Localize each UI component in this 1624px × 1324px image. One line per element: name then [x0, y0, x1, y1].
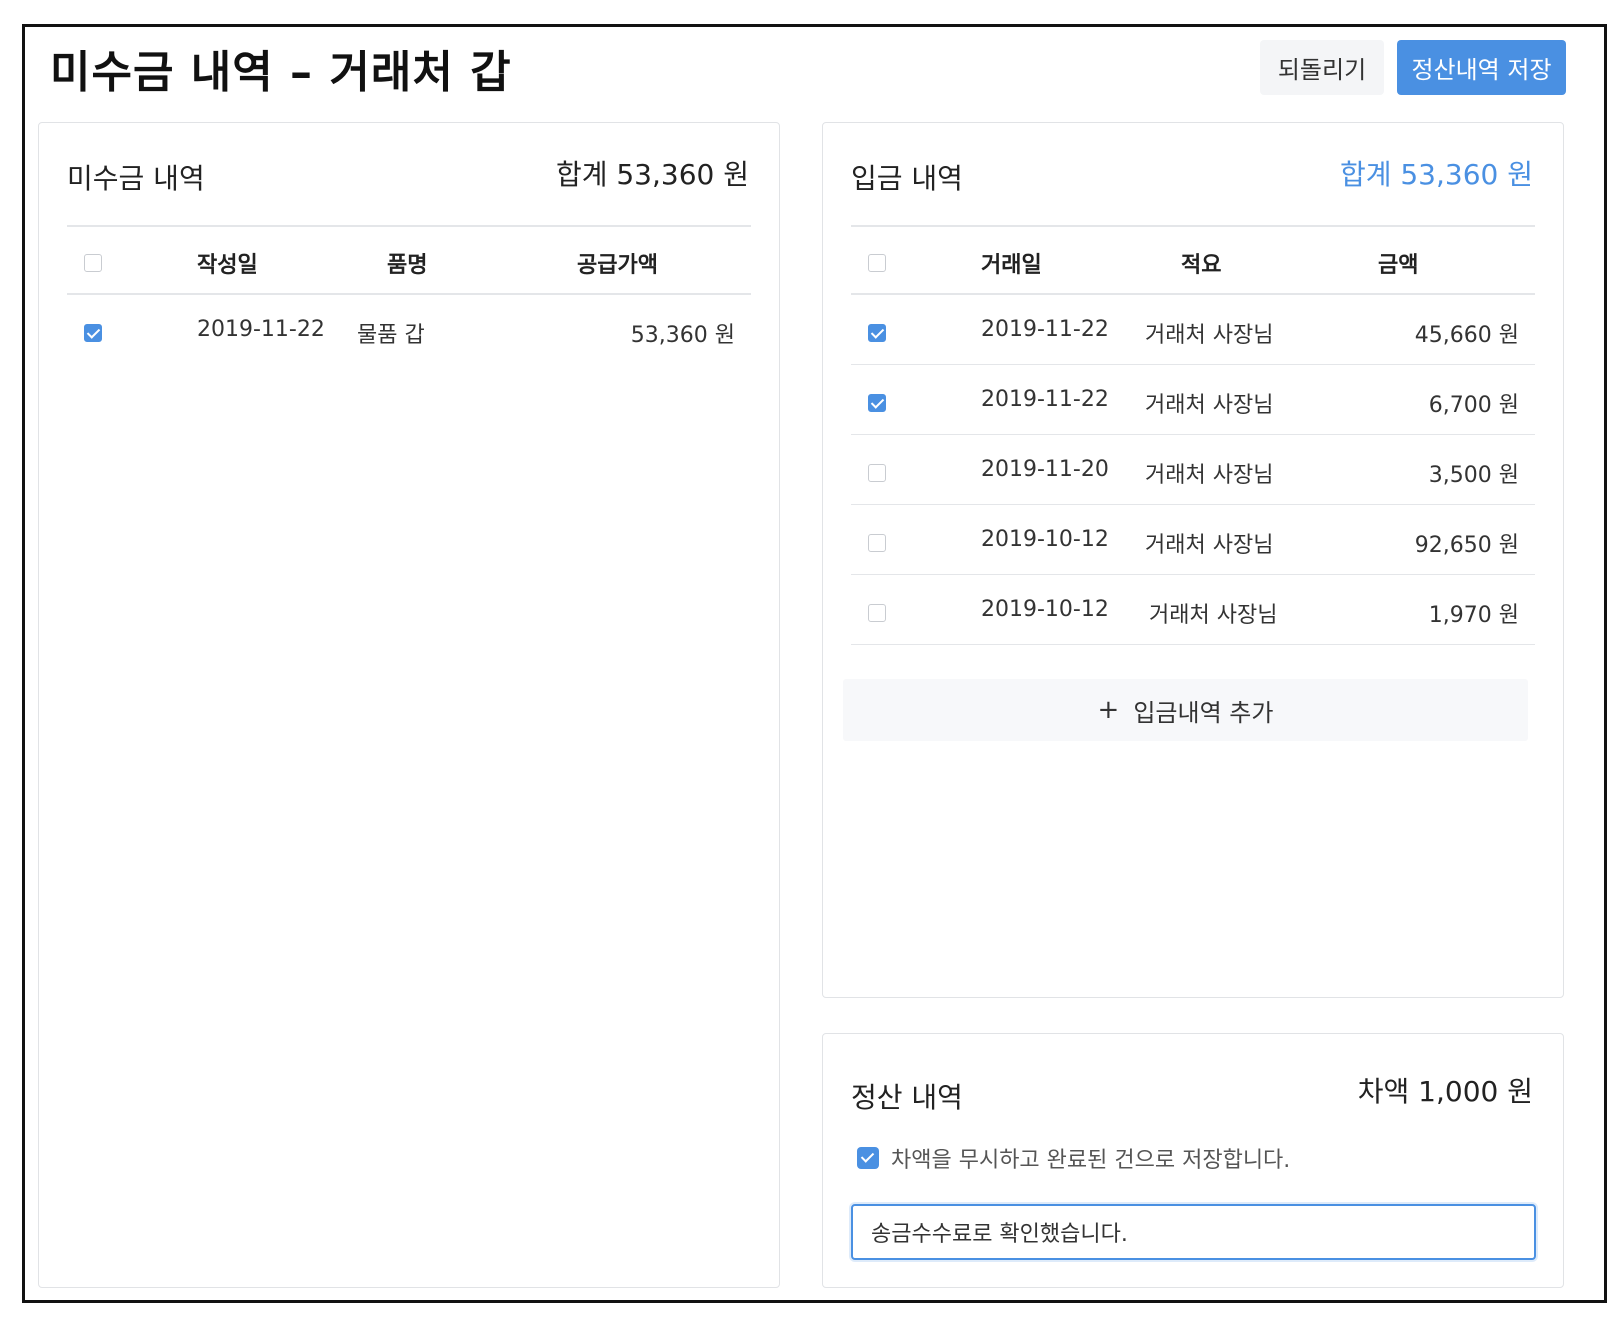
- ignore-difference-checkbox[interactable]: [857, 1147, 879, 1169]
- table-row[interactable]: 2019-10-12 거래처 사장님 1,970 원: [851, 575, 1535, 645]
- settlement-memo-input[interactable]: [851, 1204, 1536, 1260]
- row-item: 물품 갑: [357, 323, 425, 348]
- col-header-item: 품명: [387, 253, 428, 278]
- revert-button[interactable]: 되돌리기: [1260, 40, 1384, 95]
- row-checkbox[interactable]: [868, 604, 886, 622]
- plus-icon: +: [1097, 695, 1120, 725]
- deposits-total: 합계 53,360 원: [1339, 158, 1533, 191]
- row-date: 2019-11-22: [197, 317, 325, 342]
- row-amount: 45,660 원: [1414, 323, 1519, 348]
- row-checkbox[interactable]: [84, 324, 102, 342]
- select-all-checkbox[interactable]: [84, 254, 102, 272]
- select-all-checkbox[interactable]: [868, 254, 886, 272]
- table-row[interactable]: 2019-11-20 거래처 사장님 3,500 원: [851, 435, 1535, 505]
- page-title: 미수금 내역 – 거래처 갑: [50, 47, 512, 98]
- deposits-table: 거래일 적요 금액 2019-11-22 거래처 사장님 45,660 원 20…: [851, 225, 1535, 645]
- receivables-title: 미수금 내역: [67, 162, 205, 195]
- ignore-difference-label: 차액을 무시하고 완료된 건으로 저장합니다.: [891, 1148, 1291, 1173]
- receivables-total: 합계 53,360 원: [555, 158, 749, 191]
- row-memo: 거래처 사장님: [1145, 533, 1274, 558]
- deposits-title: 입금 내역: [851, 162, 963, 195]
- row-date: 2019-11-22: [981, 387, 1109, 412]
- row-memo: 거래처 사장님: [1145, 323, 1274, 348]
- col-header-amount: 금액: [1378, 253, 1419, 278]
- settlement-title: 정산 내역: [851, 1081, 963, 1114]
- receivables-table: 작성일 품명 공급가액 2019-11-22 물품 갑 53,360 원: [67, 225, 751, 365]
- table-row[interactable]: 2019-10-12 거래처 사장님 92,650 원: [851, 505, 1535, 575]
- table-header: 작성일 품명 공급가액: [67, 225, 751, 295]
- deposits-panel: 입금 내역 합계 53,360 원 거래일 적요 금액 2019-11-22 거…: [822, 122, 1564, 998]
- ignore-difference-option[interactable]: 차액을 무시하고 완료된 건으로 저장합니다.: [857, 1142, 1290, 1174]
- row-date: 2019-11-22: [981, 317, 1109, 342]
- row-amount: 1,970 원: [1428, 603, 1519, 628]
- col-header-amount: 공급가액: [577, 253, 658, 278]
- table-header: 거래일 적요 금액: [851, 225, 1535, 295]
- row-memo: 거래처 사장님: [1145, 393, 1274, 418]
- settlement-panel: 정산 내역 차액 1,000 원 차액을 무시하고 완료된 건으로 저장합니다.: [822, 1033, 1564, 1288]
- row-date: 2019-11-20: [981, 457, 1109, 482]
- row-date: 2019-10-12: [981, 527, 1109, 552]
- table-row[interactable]: 2019-11-22 거래처 사장님 6,700 원: [851, 365, 1535, 435]
- row-memo: 거래처 사장님: [1149, 603, 1278, 628]
- row-amount: 6,700 원: [1428, 393, 1519, 418]
- row-memo: 거래처 사장님: [1145, 463, 1274, 488]
- receivables-panel: 미수금 내역 합계 53,360 원 작성일 품명 공급가액 2019-11-2…: [38, 122, 780, 1288]
- col-header-memo: 적요: [1181, 253, 1222, 278]
- col-header-date: 거래일: [981, 253, 1042, 278]
- row-checkbox[interactable]: [868, 534, 886, 552]
- row-amount: 3,500 원: [1428, 463, 1519, 488]
- row-date: 2019-10-12: [981, 597, 1109, 622]
- save-settlement-button[interactable]: 정산내역 저장: [1397, 40, 1566, 95]
- row-checkbox[interactable]: [868, 464, 886, 482]
- row-checkbox[interactable]: [868, 324, 886, 342]
- settlement-difference: 차액 1,000 원: [1357, 1075, 1533, 1108]
- add-deposit-button[interactable]: + 입금내역 추가: [843, 679, 1528, 741]
- table-row[interactable]: 2019-11-22 물품 갑 53,360 원: [67, 295, 751, 365]
- row-checkbox[interactable]: [868, 394, 886, 412]
- row-amount: 53,360 원: [630, 323, 735, 348]
- row-amount: 92,650 원: [1414, 533, 1519, 558]
- table-row[interactable]: 2019-11-22 거래처 사장님 45,660 원: [851, 295, 1535, 365]
- col-header-date: 작성일: [197, 253, 258, 278]
- add-deposit-label: 입금내역 추가: [1133, 698, 1274, 727]
